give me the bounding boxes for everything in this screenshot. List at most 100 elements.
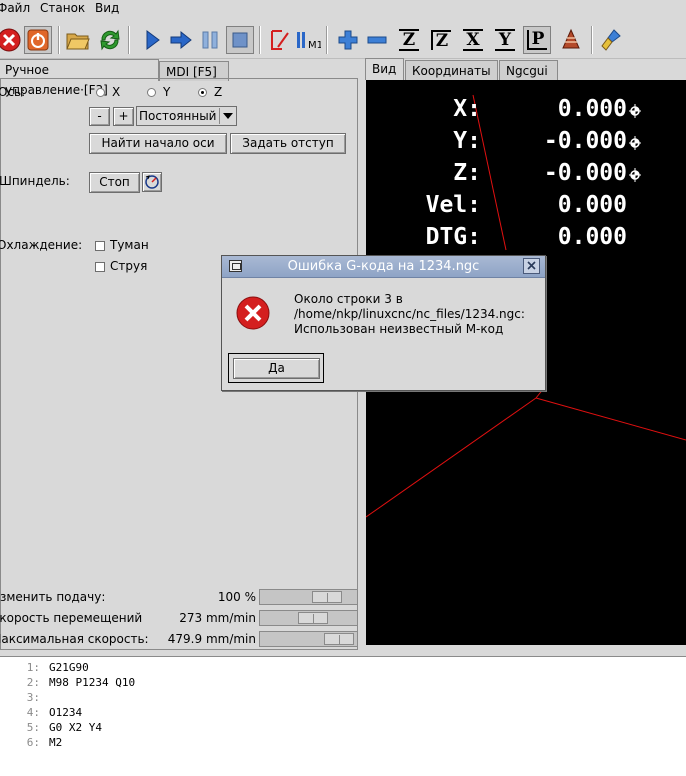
- max-velocity-slider[interactable]: [259, 631, 358, 647]
- reload-icon: [100, 29, 120, 51]
- spindle-forward-button[interactable]: [142, 172, 162, 192]
- gcode-line-number: 2:: [26, 676, 40, 689]
- block-delete-icon: [271, 30, 289, 50]
- gcode-text[interactable]: 1: G21G90 2: M98 P1234 Q10 3: 4: O1234 5: G0 X2 …: [0, 656, 686, 776]
- jog-minus-button[interactable]: -: [89, 107, 110, 126]
- feed-override-thumb[interactable]: [312, 591, 342, 603]
- jog-speed-thumb[interactable]: [298, 612, 328, 624]
- home-axis-button[interactable]: Найти начало оси: [89, 133, 227, 154]
- jog-speed-value: 273 mm/min: [179, 611, 256, 625]
- run-icon: [146, 30, 160, 50]
- clear-plot-button[interactable]: [598, 26, 626, 54]
- power-icon: [27, 29, 49, 51]
- jog-speed-slider[interactable]: [259, 610, 358, 626]
- dialog-message-line1: Около строки 3 в: [294, 292, 403, 306]
- dialog-ok-button[interactable]: Да: [233, 358, 320, 379]
- jog-mode-dropdown[interactable]: [219, 108, 236, 124]
- optional-stop-text: M1: [308, 40, 321, 51]
- dro-axis-label: Y:: [453, 128, 481, 154]
- view-z2-button[interactable]: Z: [427, 26, 455, 54]
- step-button[interactable]: [167, 26, 195, 54]
- chevron-down-icon: [223, 113, 233, 119]
- tab-coordinates[interactable]: Координаты: [405, 60, 498, 80]
- power-button[interactable]: [24, 26, 52, 54]
- dialog-message-line2: /home/nkp/linuxcnc/nc_files/1234.ngc:: [294, 307, 525, 321]
- dro-axis-label: Vel:: [425, 192, 481, 218]
- view-z-icon: Z: [399, 29, 419, 51]
- gcode-line[interactable]: 4: O1234: [0, 705, 686, 720]
- gcode-line-text: M98 P1234 Q10: [49, 676, 136, 689]
- pause-icon: [202, 31, 218, 49]
- homed-icon: [629, 136, 641, 150]
- dialog-title: Ошибка G-кода на 1234.ngc: [287, 259, 480, 274]
- feed-override-slider[interactable]: [259, 589, 358, 605]
- jog-plus-button[interactable]: +: [113, 107, 134, 126]
- view-p-icon: P: [527, 30, 547, 50]
- view-y-button[interactable]: Y: [491, 26, 519, 54]
- optional-stop-button[interactable]: M1: [294, 26, 322, 54]
- axis-radio-x-label: X: [112, 85, 121, 99]
- touch-off-button[interactable]: Задать отступ: [230, 133, 346, 154]
- gcode-line[interactable]: 3:: [0, 690, 686, 705]
- toolbar: M1 Z Z X Y P: [0, 20, 686, 59]
- feed-override-value: 100 %: [217, 590, 256, 604]
- jog-mode-select[interactable]: Постоянный: [136, 106, 237, 126]
- feed-override-label: Изменить подачу:: [0, 590, 106, 604]
- stop-button[interactable]: [226, 26, 254, 54]
- estop-button[interactable]: [0, 26, 23, 54]
- view-p-button[interactable]: P: [523, 26, 551, 54]
- reload-button[interactable]: [96, 26, 124, 54]
- menu-view[interactable]: Вид: [95, 1, 119, 15]
- jog-speed-label: Скорость перемещений: [0, 611, 143, 625]
- mist-checkbox[interactable]: [95, 241, 105, 251]
- pause-button[interactable]: [196, 26, 224, 54]
- tab-view[interactable]: Вид: [365, 58, 404, 80]
- gcode-line-text: O1234: [49, 706, 83, 719]
- axis-radio-y-label: Y: [163, 85, 171, 99]
- open-file-icon: [66, 33, 90, 50]
- menubar: Файл Станок Вид: [0, 0, 686, 20]
- menu-file[interactable]: Файл: [0, 1, 30, 15]
- flood-label: Струя: [110, 259, 148, 273]
- menu-machine[interactable]: Станок: [40, 1, 85, 15]
- zoom-in-button[interactable]: [334, 26, 362, 54]
- error-icon: [236, 296, 270, 330]
- max-velocity-label: Максимальная скорость:: [0, 632, 149, 646]
- tab-ngcgui[interactable]: Ngcgui: [499, 60, 558, 80]
- step-icon: [170, 30, 192, 50]
- toolbar-separator: [326, 26, 328, 54]
- spindle-stop-button[interactable]: Стоп: [89, 172, 140, 193]
- dialog-close-button[interactable]: [523, 258, 540, 274]
- axis-radio-y[interactable]: [147, 88, 156, 97]
- view-z-button[interactable]: Z: [395, 26, 423, 54]
- close-icon: [527, 261, 536, 270]
- optional-stop-icon: M1: [297, 32, 321, 51]
- dro-value: -0.000: [543, 128, 627, 154]
- dro-value: 0.000: [557, 224, 627, 250]
- dro-value: 0.000: [557, 192, 627, 218]
- rotate-button[interactable]: [557, 26, 585, 54]
- gcode-line[interactable]: 1: G21G90: [0, 660, 686, 675]
- axis-radio-x[interactable]: [96, 88, 105, 97]
- block-delete-button[interactable]: [266, 26, 294, 54]
- dialog-message-line3: Использован неизвестный M-код: [294, 322, 504, 336]
- max-velocity-thumb[interactable]: [324, 633, 354, 645]
- run-button[interactable]: [138, 26, 166, 54]
- open-file-button[interactable]: [64, 26, 92, 54]
- rotate-icon: [562, 28, 580, 49]
- dro-axis-label: DTG:: [425, 224, 481, 250]
- zoom-out-icon: [367, 36, 387, 44]
- estop-icon: [0, 28, 21, 52]
- zoom-out-button[interactable]: [363, 26, 391, 54]
- jog-mode-value: Постоянный: [139, 109, 217, 123]
- axis-radio-z[interactable]: [198, 88, 207, 97]
- gcode-line[interactable]: 6: M2: [0, 735, 686, 750]
- dro-value: 0.000: [557, 96, 627, 122]
- homed-icon: [629, 168, 641, 182]
- flood-checkbox[interactable]: [95, 262, 105, 272]
- view-x-button[interactable]: X: [459, 26, 487, 54]
- gcode-line[interactable]: 5: G0 X2 Y4: [0, 720, 686, 735]
- gcode-line[interactable]: 2: M98 P1234 Q10: [0, 675, 686, 690]
- gcode-line-number: 4:: [26, 706, 40, 719]
- dialog-titlebar: Ошибка G-кода на 1234.ngc: [222, 256, 545, 278]
